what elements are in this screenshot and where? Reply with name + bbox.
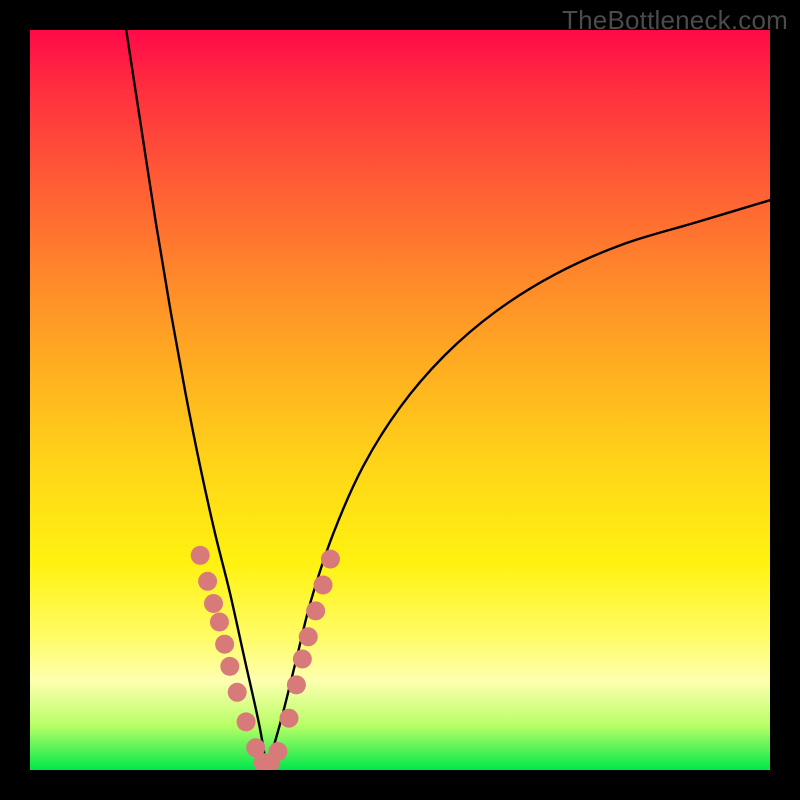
watermark-text: TheBottleneck.com <box>562 5 788 36</box>
data-point <box>321 550 340 569</box>
data-point <box>191 546 210 565</box>
data-point <box>237 712 256 731</box>
chart-frame: TheBottleneck.com <box>0 0 800 800</box>
data-point <box>215 635 234 654</box>
data-point <box>280 709 299 728</box>
curve-right-arm <box>267 200 770 770</box>
data-point <box>293 650 312 669</box>
data-point <box>220 657 239 676</box>
data-point <box>198 572 217 591</box>
data-point <box>268 742 287 761</box>
data-point <box>314 576 333 595</box>
scatter-points <box>191 546 340 770</box>
data-point <box>210 613 229 632</box>
data-point <box>299 627 318 646</box>
data-point <box>228 683 247 702</box>
data-point <box>204 594 223 613</box>
data-point <box>306 601 325 620</box>
data-point <box>287 675 306 694</box>
plot-area <box>30 30 770 770</box>
curve-left-arm <box>126 30 267 770</box>
chart-svg <box>30 30 770 770</box>
